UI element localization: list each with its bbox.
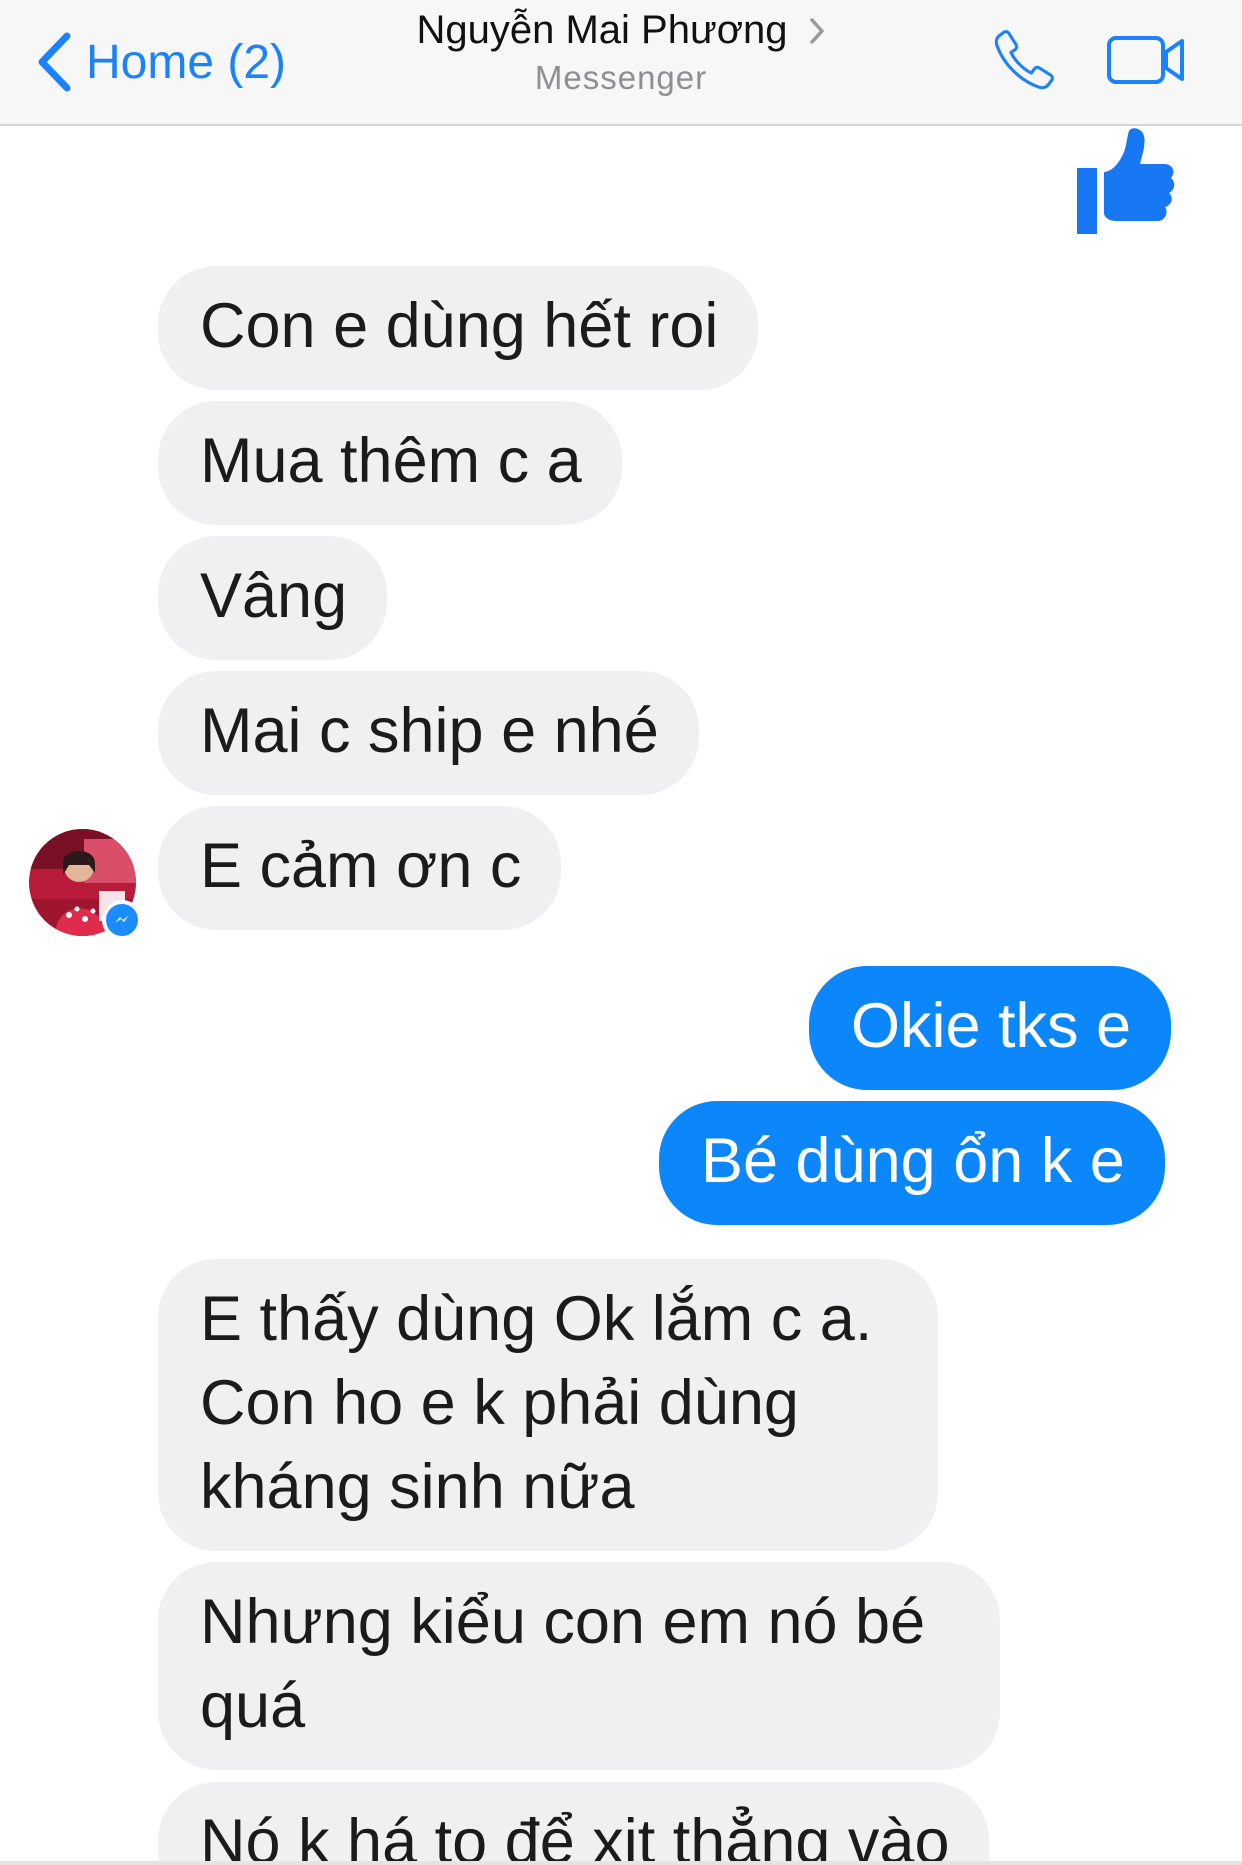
message-text: Nó k há to để xịt thẳng vào xyxy=(200,1807,950,1865)
message-text: Bé dùng ổn k e xyxy=(701,1126,1125,1196)
message-bubble-incoming[interactable]: Vâng xyxy=(158,536,388,660)
message-text: Mua thêm c a xyxy=(200,426,582,496)
chevron-right-icon xyxy=(810,17,825,44)
thumbs-up-icon xyxy=(1077,128,1175,234)
message-bubble-incoming[interactable]: E cảm ơn c xyxy=(158,806,562,930)
message-text: Con e dùng hết roi xyxy=(200,291,719,361)
message-bubble-incoming[interactable]: Nhưng kiểu con em nó bé quá xyxy=(158,1562,1000,1770)
contact-name: Nguyễn Mai Phương xyxy=(416,8,788,52)
bottom-divider xyxy=(0,1861,1242,1865)
message-text: Vâng xyxy=(200,561,348,631)
message-text: E thấy dùng Ok lắm c a. Con ho e k phải … xyxy=(200,1284,873,1522)
message-bubble-incoming[interactable]: Nó k há to để xịt thẳng vào xyxy=(158,1782,990,1865)
messenger-badge xyxy=(102,900,142,940)
contact-subtitle: Messenger xyxy=(534,59,708,96)
message-text: Nhưng kiểu con em nó bé quá xyxy=(200,1587,926,1741)
video-camera-icon xyxy=(1107,36,1184,84)
message-text: Okie tks e xyxy=(851,991,1132,1061)
video-call-button[interactable] xyxy=(1106,34,1186,91)
navigation-bar: Home (2) Nguyễn Mai Phương Messenger xyxy=(0,0,1242,126)
message-bubble-incoming[interactable]: Con e dùng hết roi xyxy=(158,266,759,390)
message-bubble-outgoing[interactable]: Okie tks e xyxy=(809,966,1172,1090)
messenger-icon xyxy=(115,915,129,923)
message-bubble-incoming[interactable]: Mua thêm c a xyxy=(158,401,622,525)
back-label: Home (2) xyxy=(86,35,287,89)
message-bubble-outgoing[interactable]: Bé dùng ổn k e xyxy=(659,1101,1165,1225)
contact-title-row[interactable]: Nguyễn Mai Phương xyxy=(417,8,826,53)
conversation-header[interactable]: Nguyễn Mai Phương Messenger xyxy=(300,8,942,97)
message-bubble-incoming[interactable]: Mai c ship e nhé xyxy=(158,671,699,795)
back-button[interactable]: Home (2) xyxy=(36,24,286,100)
phone-icon xyxy=(994,30,1054,90)
message-text: E cảm ơn c xyxy=(200,831,522,901)
message-bubble-incoming[interactable]: E thấy dùng Ok lắm c a. Con ho e k phải … xyxy=(158,1259,938,1551)
message-text: Mai c ship e nhé xyxy=(200,696,659,766)
chevron-left-icon xyxy=(38,32,71,92)
call-button[interactable] xyxy=(990,26,1058,99)
